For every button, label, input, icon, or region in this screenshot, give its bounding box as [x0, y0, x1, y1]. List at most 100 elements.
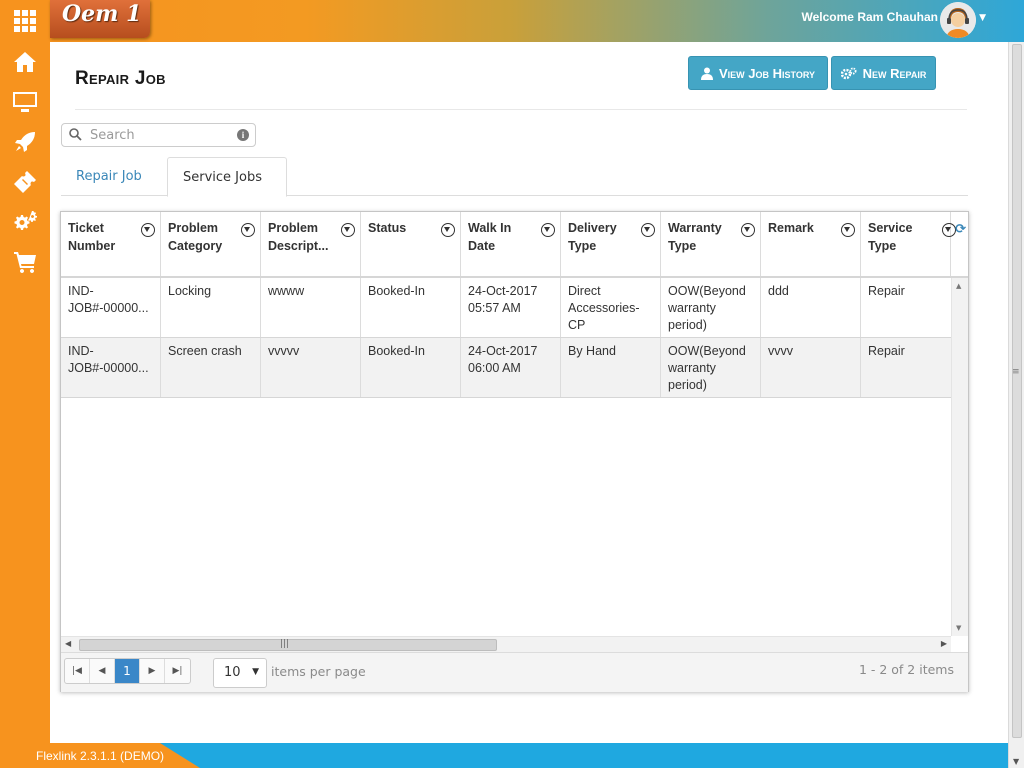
cell-warranty-type: OOW(Beyond warranty period): [661, 278, 761, 337]
column-header-remark[interactable]: Remark: [761, 212, 861, 276]
column-title: Status: [368, 221, 407, 235]
sidebar-item-home[interactable]: [0, 42, 50, 82]
scroll-thumb[interactable]: [1012, 44, 1022, 738]
filter-icon[interactable]: [241, 223, 255, 237]
search-input[interactable]: [90, 126, 230, 144]
table-row[interactable]: IND-JOB#-00000... Locking wwww Booked-In…: [61, 278, 951, 338]
search-icon: [69, 128, 82, 141]
column-title: Warranty Type: [668, 221, 722, 253]
page-vertical-scrollbar[interactable]: ≡ ▼: [1008, 42, 1024, 768]
cell-ticket-number: IND-JOB#-00000...: [61, 278, 161, 337]
sidebar-item-cart[interactable]: [0, 242, 50, 282]
pager: |◀ ◀ 1 ▶ ▶| 10 ▼ items per page 1 - 2 of…: [61, 652, 968, 692]
ticket-icon: [14, 171, 36, 193]
grip-icon: |||: [280, 639, 290, 649]
sidebar: [0, 42, 50, 743]
tab-service-jobs[interactable]: Service Jobs: [167, 157, 287, 197]
column-header-status[interactable]: Status: [361, 212, 461, 276]
filter-icon[interactable]: [641, 223, 655, 237]
page-size-select[interactable]: 10 ▼: [213, 658, 267, 688]
prev-page-button[interactable]: ◀: [90, 659, 115, 683]
filter-icon[interactable]: [741, 223, 755, 237]
scroll-down-icon[interactable]: ▼: [1013, 757, 1019, 766]
filter-icon[interactable]: [541, 223, 555, 237]
cell-delivery-type: By Hand: [561, 338, 661, 397]
main-content: Repair Job View Job History New Repair i…: [50, 42, 1008, 743]
tab-repair-job[interactable]: Repair Job: [61, 157, 157, 196]
view-job-history-label: View Job History: [718, 65, 816, 81]
divider: [75, 109, 967, 110]
top-header: Oem 1 Welcome Ram Chauhan ▼: [0, 0, 1024, 42]
brand-logo[interactable]: Oem 1: [50, 0, 150, 38]
cell-delivery-type: Direct Accessories-CP: [561, 278, 661, 337]
first-page-button[interactable]: |◀: [65, 659, 90, 683]
cell-walk-in-date: 24-Oct-2017 05:57 AM: [461, 278, 561, 337]
page-number-button[interactable]: 1: [115, 659, 140, 683]
scroll-thumb[interactable]: |||: [79, 639, 497, 651]
column-title: Remark: [768, 221, 814, 235]
sidebar-item-monitor[interactable]: [0, 82, 50, 122]
column-header-problem-description[interactable]: Problem Descript...: [261, 212, 361, 276]
user-avatar[interactable]: [940, 2, 976, 38]
cell-status: Booked-In: [361, 338, 461, 397]
refresh-icon[interactable]: ⟳: [955, 222, 966, 237]
table-row[interactable]: IND-JOB#-00000... Screen crash vvvvv Boo…: [61, 338, 951, 398]
user-avatar-icon: [940, 2, 976, 38]
cell-remark: vvvv: [761, 338, 861, 397]
grid-header: Ticket Number Problem Category Problem D…: [61, 212, 968, 278]
gears-icon: [14, 211, 37, 230]
pager-info: 1 - 2 of 2 items: [858, 662, 954, 677]
sidebar-item-rocket[interactable]: [0, 122, 50, 162]
cell-service-type: Repair: [868, 284, 905, 298]
apps-menu-button[interactable]: [0, 0, 50, 42]
items-per-page-label: items per page: [271, 664, 366, 679]
page-title: Repair Job: [75, 68, 166, 89]
sidebar-item-tickets[interactable]: [0, 162, 50, 202]
view-job-history-button[interactable]: View Job History: [688, 56, 828, 90]
new-repair-button[interactable]: New Repair: [831, 56, 936, 90]
scroll-right-icon[interactable]: ▶: [941, 639, 947, 648]
grid-horizontal-scrollbar[interactable]: ◀ ||| ▶: [61, 636, 951, 652]
column-header-warranty-type[interactable]: Warranty Type: [661, 212, 761, 276]
filter-icon[interactable]: [141, 223, 155, 237]
grid-vertical-scrollbar[interactable]: ▲ ▼: [951, 278, 968, 636]
cell-problem-description: wwww: [261, 278, 361, 337]
chevron-down-icon: ▼: [252, 667, 259, 677]
cell-remark: ddd: [761, 278, 861, 337]
column-title: Service Type: [868, 221, 913, 253]
cell-walk-in-date: 24-Oct-2017 06:00 AM: [461, 338, 561, 397]
home-icon: [14, 52, 36, 72]
filter-icon[interactable]: [942, 223, 956, 237]
rocket-icon: [15, 132, 35, 152]
column-header-delivery-type[interactable]: Delivery Type: [561, 212, 661, 276]
filter-icon[interactable]: [341, 223, 355, 237]
welcome-text: Welcome Ram Chauhan: [801, 10, 938, 24]
user-icon: [700, 67, 713, 80]
column-title: Ticket Number: [68, 221, 116, 253]
column-title: Delivery Type: [568, 221, 617, 253]
column-title: Problem Descript...: [268, 221, 329, 253]
page-size-value: 10: [224, 665, 241, 680]
last-page-button[interactable]: ▶|: [165, 659, 190, 683]
scroll-up-icon[interactable]: ▲: [956, 282, 961, 290]
user-menu-caret-icon[interactable]: ▼: [979, 13, 986, 23]
version-text: Flexlink 2.3.1.1 (DEMO): [36, 749, 165, 763]
cell-warranty-type: OOW(Beyond warranty period): [661, 338, 761, 397]
next-page-button[interactable]: ▶: [140, 659, 165, 683]
filter-icon[interactable]: [841, 223, 855, 237]
scroll-left-icon[interactable]: ◀: [65, 639, 71, 648]
cell-problem-category: Locking: [161, 278, 261, 337]
info-icon[interactable]: i: [237, 129, 249, 141]
column-header-walk-in-date[interactable]: Walk In Date: [461, 212, 561, 276]
tab-bar: Repair Job Service Jobs: [61, 157, 968, 197]
grid-body: IND-JOB#-00000... Locking wwww Booked-In…: [61, 278, 951, 636]
scroll-down-icon[interactable]: ▼: [956, 624, 961, 632]
column-header-ticket-number[interactable]: Ticket Number: [61, 212, 161, 276]
sidebar-item-settings[interactable]: [0, 202, 50, 242]
column-header-problem-category[interactable]: Problem Category: [161, 212, 261, 276]
filter-icon[interactable]: [441, 223, 455, 237]
column-header-service-type[interactable]: Service Type: [861, 212, 956, 276]
footer: Flexlink 2.3.1.1 (DEMO): [0, 743, 1008, 768]
search-box[interactable]: i: [61, 123, 256, 147]
cell-status: Booked-In: [361, 278, 461, 337]
